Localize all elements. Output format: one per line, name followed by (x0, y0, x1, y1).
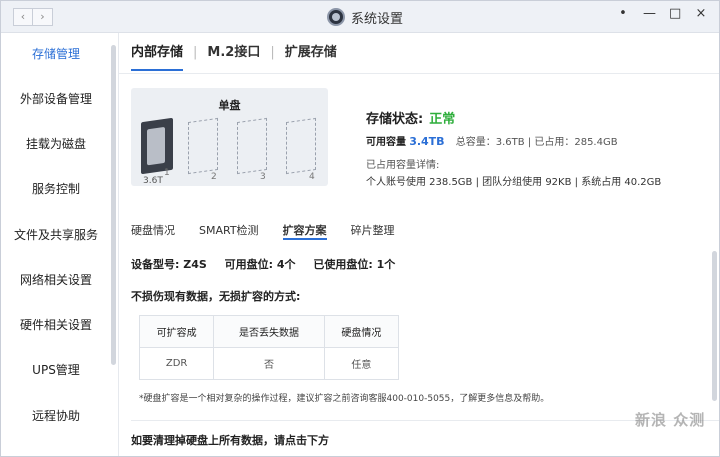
model-label: 设备型号: (131, 258, 180, 271)
table-cell: 任意 (323, 347, 400, 380)
chevron-right-icon: › (40, 10, 45, 23)
used-bays-value: 1个 (376, 258, 396, 271)
forward-button[interactable]: › (33, 8, 53, 26)
window-title: 系统设置 (351, 12, 404, 27)
used-detail-title: 已占用容量详情: (366, 160, 440, 171)
tab-defrag[interactable]: 碎片整理 (351, 222, 395, 240)
tab-expansion-storage[interactable]: 扩展存储 (285, 41, 337, 71)
settings-app-icon (327, 8, 345, 26)
main-content: 内部存储 | M.2接口 | 扩展存储 单盘 1 2 3 4 3.6T 存储状态… (119, 33, 719, 456)
table-header: 可扩容成 (138, 315, 215, 348)
sidebar-item-remote-assist[interactable]: 远程协助 (1, 401, 111, 431)
free-bays-label: 可用盘位: (224, 258, 274, 271)
tab-smart[interactable]: SMART检测 (199, 222, 259, 240)
clear-disk-title: 如要清理掉硬盘上所有数据，请点击下方 (131, 434, 329, 447)
hard-drive-icon (141, 117, 173, 175)
tabs-divider (119, 73, 719, 74)
available-value: 3.4TB (409, 135, 445, 148)
section-divider (131, 420, 719, 421)
storage-tabs: 内部存储 | M.2接口 | 扩展存储 (131, 41, 337, 73)
close-button[interactable]: × (695, 6, 707, 21)
disk-panel: 单盘 1 2 3 4 3.6T (131, 88, 328, 186)
lossless-expansion-title: 不损伤现有数据，无损扩容的方式: (131, 290, 301, 303)
free-bays-value: 4个 (276, 258, 296, 271)
storage-status: 存储状态: 正常 (366, 108, 455, 127)
tab-separator: | (193, 45, 198, 60)
table-row: ZDR 否 任意 (138, 347, 400, 380)
disk-size: 3.6T (143, 176, 163, 186)
watermark: 新浪 众测 (635, 411, 706, 429)
used-detail: 个人账号使用 238.5GB | 团队分组使用 92KB | 系统占用 40.2… (366, 177, 662, 188)
table-cell: 否 (213, 347, 325, 380)
sidebar-item-hardware[interactable]: 硬件相关设置 (1, 310, 111, 340)
nav-buttons: ‹ › (13, 8, 53, 26)
status-label: 存储状态: (366, 112, 424, 127)
total-capacity: 总容量：3.6TB | 已占用：285.4GB (455, 137, 618, 148)
table-cell: ZDR (138, 347, 215, 380)
tab-separator: | (270, 45, 275, 60)
sidebar-item-mount-disk[interactable]: 挂载为磁盘 (1, 129, 111, 159)
status-value: 正常 (429, 112, 456, 127)
table-header-row: 可扩容成 是否丢失数据 硬盘情况 (138, 315, 400, 348)
capacity-line: 可用容量 3.4TB 总容量：3.6TB | 已占用：285.4GB (366, 133, 618, 148)
slot-number: 4 (309, 172, 315, 182)
sidebar-item-network[interactable]: 网络相关设置 (1, 265, 111, 295)
sidebar: 存储管理 外部设备管理 挂载为磁盘 服务控制 文件及共享服务 网络相关设置 硬件… (1, 33, 119, 456)
available-label: 可用容量 (366, 137, 406, 148)
table-header: 是否丢失数据 (213, 315, 325, 348)
settings-window: ‹ › 系统设置 • — □ × 存储管理 外部设备管理 挂载为磁盘 服务控制 … (0, 0, 720, 457)
empty-slot-icon (237, 117, 267, 175)
chevron-left-icon: ‹ (20, 10, 26, 23)
table-header: 硬盘情况 (323, 315, 400, 348)
back-button[interactable]: ‹ (13, 8, 33, 26)
tab-disk-status[interactable]: 硬盘情况 (131, 222, 175, 240)
slot-number: 3 (260, 172, 266, 182)
sidebar-item-ups[interactable]: UPS管理 (1, 355, 111, 385)
tab-internal-storage[interactable]: 内部存储 (131, 41, 184, 71)
used-bays-label: 已使用盘位: (313, 258, 373, 271)
tab-expansion-plan[interactable]: 扩容方案 (282, 222, 327, 240)
title-bar: ‹ › 系统设置 • — □ × (1, 1, 719, 33)
expansion-table: 可扩容成 是否丢失数据 硬盘情况 ZDR 否 任意 (138, 315, 400, 380)
empty-slot-icon (188, 117, 218, 175)
tab-m2[interactable]: M.2接口 (207, 41, 260, 71)
sidebar-item-storage[interactable]: 存储管理 (1, 39, 111, 69)
expansion-note: *硬盘扩容是一个相对复杂的操作过程，建议扩容之前咨询客服400-010-5055… (139, 394, 550, 404)
empty-slot-icon (286, 117, 316, 175)
slot-number: 1 (164, 168, 170, 178)
window-controls: • — □ × (617, 6, 707, 21)
menu-dot-button[interactable]: • (617, 6, 629, 21)
model-value: Z4S (183, 258, 207, 271)
minimize-button[interactable]: — (643, 6, 656, 21)
sidebar-item-service-control[interactable]: 服务控制 (1, 174, 111, 204)
sidebar-item-external-devices[interactable]: 外部设备管理 (1, 84, 111, 114)
slot-number: 2 (211, 172, 217, 182)
maximize-button[interactable]: □ (669, 6, 681, 21)
disk-sub-tabs: 硬盘情况 SMART检测 扩容方案 碎片整理 (131, 222, 395, 240)
sidebar-scrollbar[interactable] (111, 45, 116, 365)
disk-mode-title: 单盘 (218, 99, 241, 112)
sidebar-item-file-sharing[interactable]: 文件及共享服务 (1, 220, 111, 250)
main-scrollbar[interactable] (712, 251, 717, 401)
device-model-line: 设备型号: Z4S 可用盘位: 4个 已使用盘位: 1个 (131, 256, 395, 272)
